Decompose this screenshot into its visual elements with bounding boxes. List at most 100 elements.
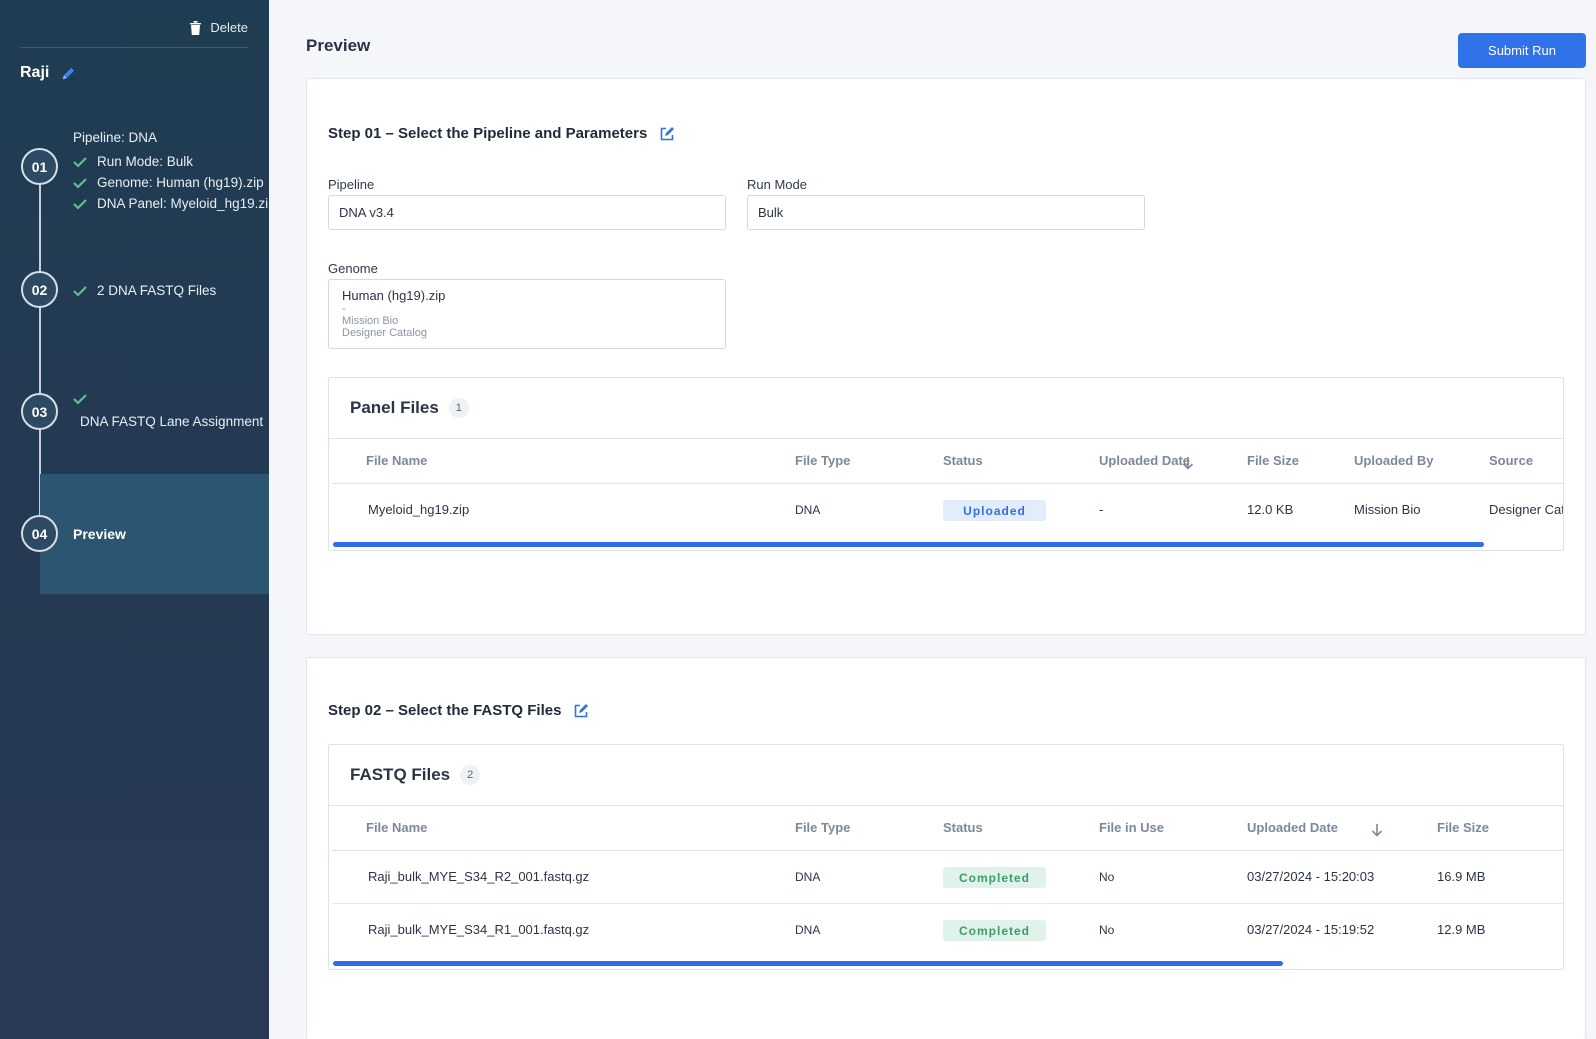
step-01-header: Step 01 – Select the Pipeline and Parame… bbox=[328, 125, 675, 142]
sort-down-icon[interactable] bbox=[1371, 823, 1383, 837]
cell-file-type: DNA bbox=[795, 870, 821, 884]
status-badge: Completed bbox=[943, 867, 1046, 888]
cell-file-size: 16.9 MB bbox=[1437, 869, 1486, 884]
step-number: 01 bbox=[31, 158, 48, 175]
column-header[interactable]: File Type bbox=[795, 820, 850, 835]
check-label: 2 DNA FASTQ Files bbox=[97, 283, 217, 298]
column-header[interactable]: Uploaded Date bbox=[1099, 453, 1190, 468]
step-02-heading: Step 02 – Select the FASTQ Files bbox=[328, 702, 562, 719]
pencil-icon[interactable] bbox=[61, 66, 76, 81]
check-label: DNA Panel: Myeloid_hg19.zip bbox=[97, 196, 269, 211]
table-header-row: File Name File Type Status Uploaded Date… bbox=[332, 439, 1563, 484]
column-header[interactable]: File Name bbox=[366, 453, 427, 468]
cell-in-use: No bbox=[1099, 870, 1115, 884]
cell-uploaded-by: Mission Bio bbox=[1354, 502, 1421, 517]
cell-file-type: DNA bbox=[795, 503, 821, 517]
run-name-text: Raji bbox=[20, 64, 50, 81]
fastq-files-title: FASTQ Files bbox=[350, 765, 451, 784]
fastq-files-table: FASTQ Files 2 File Name File Type Status… bbox=[328, 744, 1564, 970]
cell-file-type: DNA bbox=[795, 923, 821, 937]
submit-run-button[interactable]: Submit Run bbox=[1458, 33, 1586, 68]
step-04-circle[interactable]: 04 bbox=[21, 515, 58, 552]
check-item: DNA Panel: Myeloid_hg19.zip bbox=[73, 193, 269, 214]
cell-file-size: 12.9 MB bbox=[1437, 922, 1486, 937]
panel-files-title: Panel Files bbox=[350, 398, 439, 417]
column-header[interactable]: File Size bbox=[1437, 820, 1489, 835]
step-03-circle[interactable]: 03 bbox=[21, 393, 58, 430]
run-mode-field: Bulk bbox=[747, 195, 1145, 230]
check-label: Run Mode: Bulk bbox=[97, 154, 194, 169]
column-header[interactable]: File Name bbox=[366, 820, 427, 835]
check-icon bbox=[73, 156, 87, 168]
step-01-heading: Step 01 – Select the Pipeline and Parame… bbox=[328, 125, 648, 142]
step-02-summary[interactable]: 2 DNA FASTQ Files bbox=[73, 280, 216, 301]
column-header[interactable]: Uploaded Date bbox=[1247, 820, 1338, 835]
check-icon bbox=[73, 177, 87, 189]
cell-file-size: 12.0 KB bbox=[1247, 502, 1294, 517]
genome-catalog: Designer Catalog bbox=[342, 327, 427, 339]
fastq-files-count: 2 bbox=[460, 765, 481, 785]
table-row[interactable]: Raji_bulk_MYE_S34_R2_001.fastq.gz DNA Co… bbox=[332, 851, 1563, 904]
check-icon bbox=[73, 285, 87, 297]
genome-dash: - bbox=[342, 303, 346, 315]
genome-label: Genome bbox=[328, 261, 378, 276]
page-title: Preview bbox=[306, 36, 371, 55]
run-mode-label: Run Mode bbox=[747, 177, 807, 192]
step-number: 03 bbox=[31, 403, 48, 420]
sidebar: Delete Raji 01 Pipeline: DNA Run Mode: B… bbox=[0, 0, 269, 1039]
step-01-summary[interactable]: Pipeline: DNA Run Mode: Bulk Genome: Hum… bbox=[73, 130, 269, 214]
genome-source: Mission Bio bbox=[342, 315, 399, 327]
delete-button[interactable]: Delete bbox=[189, 20, 248, 35]
sidebar-toolbar: Delete bbox=[20, 18, 248, 48]
step-02-header: Step 02 – Select the FASTQ Files bbox=[328, 702, 589, 719]
step-01-title: Pipeline: DNA bbox=[73, 130, 158, 145]
column-header[interactable]: Uploaded By bbox=[1354, 453, 1433, 468]
step-01-circle[interactable]: 01 bbox=[21, 148, 58, 185]
check-icon bbox=[73, 198, 87, 210]
check-item: 2 DNA FASTQ Files bbox=[73, 280, 216, 301]
sort-down-icon[interactable] bbox=[1182, 456, 1194, 470]
cell-uploaded-date: 03/27/2024 - 15:19:52 bbox=[1247, 922, 1375, 937]
run-mode-value: Bulk bbox=[758, 205, 784, 220]
table-header-row: File Name File Type Status File in Use U… bbox=[332, 806, 1563, 851]
cell-in-use: No bbox=[1099, 923, 1115, 937]
pipeline-field: DNA v3.4 bbox=[328, 195, 726, 230]
step-03-label: DNA FASTQ Lane Assignment bbox=[80, 414, 264, 429]
step-01-card: Step 01 – Select the Pipeline and Parame… bbox=[306, 78, 1586, 635]
column-header[interactable]: Status bbox=[943, 453, 983, 468]
genome-name: Human (hg19).zip bbox=[342, 288, 446, 303]
step-02-circle[interactable]: 02 bbox=[21, 271, 58, 308]
status-badge: Completed bbox=[943, 920, 1046, 941]
cell-uploaded-date: 03/27/2024 - 15:20:03 bbox=[1247, 869, 1375, 884]
horizontal-scrollbar[interactable] bbox=[333, 542, 1484, 547]
edit-square-icon[interactable] bbox=[659, 126, 675, 142]
cell-file-name: Raji_bulk_MYE_S34_R1_001.fastq.gz bbox=[368, 922, 590, 937]
table-row[interactable]: Myeloid_hg19.zip DNA Uploaded - 12.0 KB … bbox=[332, 484, 1563, 537]
step-02-card: Step 02 – Select the FASTQ Files FASTQ F… bbox=[306, 657, 1586, 1039]
horizontal-scrollbar[interactable] bbox=[333, 961, 1283, 966]
cell-file-name: Raji_bulk_MYE_S34_R2_001.fastq.gz bbox=[368, 869, 590, 884]
edit-square-icon[interactable] bbox=[573, 703, 589, 719]
step-number: 02 bbox=[31, 281, 48, 298]
panel-files-table: Panel Files 1 File Name File Type Status… bbox=[328, 377, 1564, 551]
cell-uploaded-date: - bbox=[1099, 502, 1104, 517]
run-name: Raji bbox=[20, 64, 76, 82]
panel-files-count: 1 bbox=[448, 398, 469, 418]
step-03-summary[interactable]: DNA FASTQ Lane Assignment bbox=[73, 393, 263, 429]
cell-file-name: Myeloid_hg19.zip bbox=[368, 502, 470, 517]
trash-icon bbox=[190, 21, 202, 35]
genome-field: Human (hg19).zip - Mission Bio Designer … bbox=[328, 279, 726, 349]
step-04-title[interactable]: Preview bbox=[73, 526, 126, 542]
column-header[interactable]: File Size bbox=[1247, 453, 1299, 468]
step-number: 04 bbox=[31, 525, 48, 542]
column-header[interactable]: Source bbox=[1489, 453, 1533, 468]
column-header[interactable]: File in Use bbox=[1099, 820, 1164, 835]
panel-files-header: Panel Files 1 bbox=[329, 378, 1563, 439]
table-row[interactable]: Raji_bulk_MYE_S34_R1_001.fastq.gz DNA Co… bbox=[332, 904, 1563, 957]
check-item: Run Mode: Bulk bbox=[73, 151, 269, 172]
column-header[interactable]: Status bbox=[943, 820, 983, 835]
check-icon bbox=[73, 394, 87, 405]
fastq-files-header: FASTQ Files 2 bbox=[329, 745, 1563, 806]
check-label: Genome: Human (hg19).zip bbox=[97, 175, 264, 190]
column-header[interactable]: File Type bbox=[795, 453, 850, 468]
